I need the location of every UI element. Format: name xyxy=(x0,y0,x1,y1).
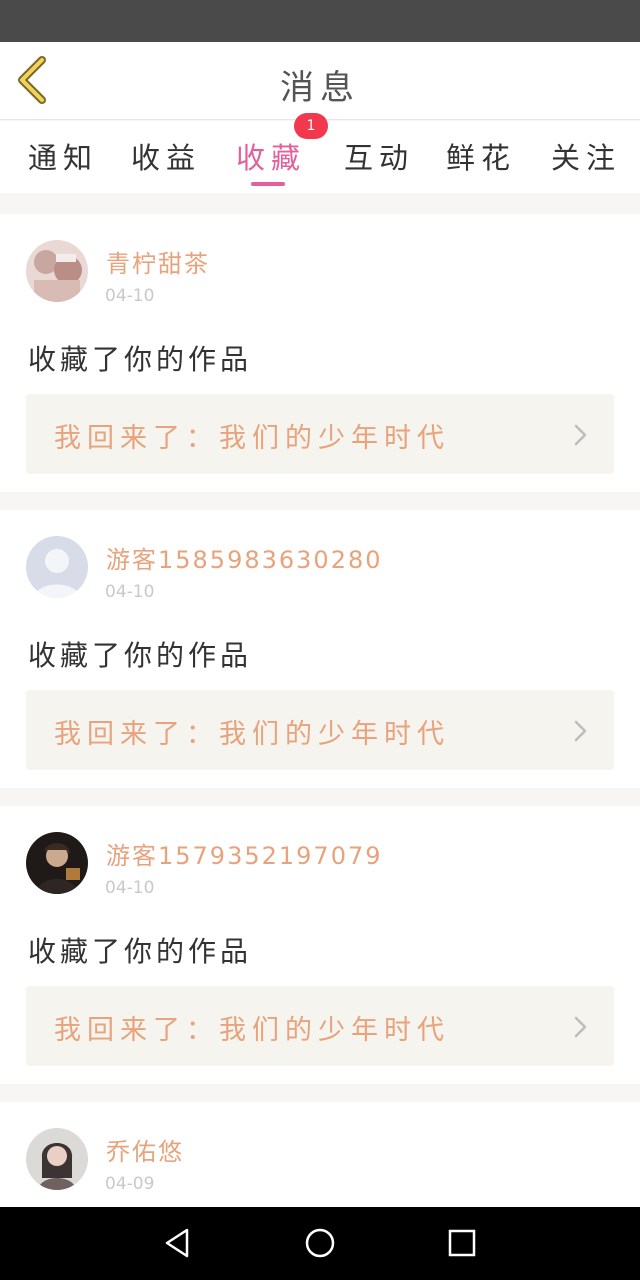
square-recents-icon xyxy=(448,1229,476,1257)
system-nav-bar xyxy=(0,1207,640,1280)
message-date: 04-10 xyxy=(105,582,155,602)
work-title: 我回来了：我们的少年时代 xyxy=(54,423,450,454)
circle-home-icon xyxy=(305,1228,335,1258)
tab-earnings[interactable]: 收益 xyxy=(131,135,201,177)
message-date: 04-09 xyxy=(105,1174,155,1194)
username[interactable]: 青柠甜茶 xyxy=(106,244,210,279)
default-user-icon xyxy=(26,536,88,598)
page-title: 消息 xyxy=(280,68,360,108)
message-date: 04-10 xyxy=(105,878,155,898)
username[interactable]: 游客1585983630280 xyxy=(106,540,383,575)
action-text: 收藏了你的作品 xyxy=(28,343,253,376)
nav-back-button[interactable] xyxy=(160,1225,196,1261)
work-title: 我回来了：我们的少年时代 xyxy=(54,719,450,750)
nav-home-button[interactable] xyxy=(302,1225,338,1261)
work-link[interactable]: 我回来了：我们的少年时代 xyxy=(26,986,614,1066)
tab-flowers[interactable]: 鲜花 xyxy=(446,135,516,177)
action-text: 收藏了你的作品 xyxy=(28,639,253,672)
active-tab-indicator xyxy=(251,182,285,186)
message-date: 04-10 xyxy=(105,286,155,306)
action-text: 收藏了你的作品 xyxy=(28,935,253,968)
username[interactable]: 游客1579352197079 xyxy=(106,836,383,871)
chevron-right-icon xyxy=(574,424,587,446)
header: 消息 xyxy=(0,42,640,120)
work-title: 我回来了：我们的少年时代 xyxy=(54,1015,450,1046)
message-card: 游客1585983630280 04-10 收藏了你的作品 我回来了：我们的少年… xyxy=(0,510,640,788)
tab-interactions[interactable]: 互动 xyxy=(344,135,414,177)
message-card: 青柠甜茶 04-10 收藏了你的作品 我回来了：我们的少年时代 xyxy=(0,214,640,492)
status-bar xyxy=(0,0,640,42)
avatar-photo-icon xyxy=(26,1128,88,1190)
avatar[interactable] xyxy=(26,832,88,894)
tab-notifications[interactable]: 通知 xyxy=(28,135,98,177)
avatar-photo-icon xyxy=(26,832,88,894)
work-link[interactable]: 我回来了：我们的少年时代 xyxy=(26,690,614,770)
username[interactable]: 乔佑悠 xyxy=(106,1132,184,1167)
chevron-right-icon xyxy=(574,720,587,742)
avatar[interactable] xyxy=(26,240,88,302)
message-card: 游客1579352197079 04-10 收藏了你的作品 我回来了：我们的少年… xyxy=(0,806,640,1084)
avatar[interactable] xyxy=(26,1128,88,1190)
work-link[interactable]: 我回来了：我们的少年时代 xyxy=(26,394,614,474)
avatar-photo-icon xyxy=(26,240,88,302)
favorites-count-badge: 1 xyxy=(294,113,328,139)
triangle-back-icon xyxy=(165,1228,189,1258)
nav-recents-button[interactable] xyxy=(444,1225,480,1261)
message-card: 乔佑悠 04-09 xyxy=(0,1102,640,1207)
tab-favorites[interactable]: 收藏 xyxy=(236,135,306,177)
tab-follows[interactable]: 关注 xyxy=(551,135,621,177)
avatar[interactable] xyxy=(26,536,88,598)
chevron-right-icon xyxy=(574,1016,587,1038)
